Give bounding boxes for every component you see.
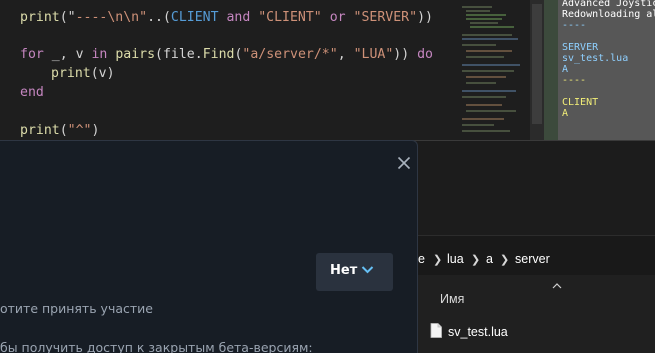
minimap-line xyxy=(470,22,498,24)
code-token: (" xyxy=(59,10,76,25)
minimap-line xyxy=(466,82,496,84)
breadcrumb-item[interactable]: a xyxy=(486,252,493,266)
code-token: ----\n\n" xyxy=(75,10,148,25)
console-line: Redownloading al xyxy=(562,9,655,20)
console-line: ---- xyxy=(562,75,587,86)
code-line-4: end xyxy=(20,85,44,100)
code-token: ( xyxy=(155,47,163,62)
minimap-line xyxy=(466,50,512,52)
code-token: do xyxy=(409,47,433,62)
console-frame xyxy=(544,0,558,140)
file-name[interactable]: sv_test.lua xyxy=(448,325,508,339)
minimap-line xyxy=(462,64,520,66)
editor-scrollbar-thumb[interactable] xyxy=(532,4,542,124)
minimap-line xyxy=(466,14,506,16)
lua-file-icon xyxy=(430,323,442,338)
minimap-line xyxy=(466,104,502,106)
minimap-line xyxy=(462,38,518,40)
code-token: or xyxy=(321,10,354,25)
minimap-line xyxy=(462,118,504,120)
console-line: SERVER xyxy=(562,42,599,53)
code-line-3: print(v) xyxy=(51,66,115,81)
code-token: "a/server/*" xyxy=(242,47,338,62)
breadcrumb-item[interactable]: lua xyxy=(447,252,464,266)
console-line: A xyxy=(562,108,569,119)
code-token: v xyxy=(75,47,84,62)
code-token: "CLIENT" xyxy=(258,10,322,25)
minimap-line xyxy=(462,96,506,98)
code-token: Find xyxy=(202,47,235,62)
code-token: _, xyxy=(43,47,76,62)
code-token: v xyxy=(98,66,107,81)
breadcrumb-item[interactable]: server xyxy=(515,252,550,266)
chevron-right-icon: ❯ xyxy=(433,254,443,266)
minimap-line xyxy=(470,26,514,28)
code-token: ( xyxy=(90,66,99,81)
column-header-name[interactable]: Имя xyxy=(440,292,464,306)
code-token: "SERVER" xyxy=(353,10,418,25)
beta-access-text: бы получить доступ к закрытым бета-верси… xyxy=(0,340,313,353)
code-token: in xyxy=(83,47,116,62)
close-icon[interactable] xyxy=(395,154,413,172)
minimap-line xyxy=(466,76,506,78)
beta-participation-dialog xyxy=(0,140,418,353)
code-line-5: print("^") xyxy=(20,123,99,138)
code-token: and xyxy=(218,10,259,25)
code-token: ) xyxy=(106,66,115,81)
code-token: "^" xyxy=(67,123,92,138)
code-line-1: print("----\n\n"..(CLIENT and "CLIENT" o… xyxy=(20,10,433,25)
minimap-line xyxy=(462,90,516,92)
sort-ascending-icon[interactable] xyxy=(551,281,563,291)
code-token: . xyxy=(194,47,203,62)
minimap-line xyxy=(462,34,512,36)
minimap-line xyxy=(462,44,496,46)
console-line: ---- xyxy=(562,20,587,31)
minimap-line xyxy=(462,130,510,132)
code-token: ..( xyxy=(147,10,171,25)
beta-select-value: Нет xyxy=(330,263,358,278)
minimap-line xyxy=(462,70,514,72)
code-token: end xyxy=(20,85,44,100)
console-line: Advanced Joystic xyxy=(562,0,655,9)
beta-participate-text: отите принять участие xyxy=(0,301,153,316)
minimap-line xyxy=(462,124,494,126)
minimap-line xyxy=(462,6,492,8)
minimap-line xyxy=(466,56,504,58)
code-token: , xyxy=(337,47,354,62)
chevron-right-icon: ❯ xyxy=(471,254,481,266)
editor-minimap[interactable] xyxy=(458,0,530,140)
code-token: ) xyxy=(91,123,100,138)
minimap-line xyxy=(466,110,516,112)
code-token: for xyxy=(20,47,44,62)
code-token: file xyxy=(162,47,195,62)
code-token: ( xyxy=(59,123,68,138)
minimap-line xyxy=(466,18,502,20)
chevron-right-icon: ❯ xyxy=(500,254,510,266)
code-token: pairs xyxy=(115,47,156,62)
code-token: )) xyxy=(393,47,410,62)
code-token: print xyxy=(20,10,60,25)
minimap-line xyxy=(466,10,490,12)
console-line: sv_test.lua xyxy=(562,53,629,64)
breadcrumb-item[interactable]: e xyxy=(418,252,425,266)
code-line-2: for _, v in pairs(file.Find("a/server/*"… xyxy=(20,47,433,62)
code-token: print xyxy=(51,66,91,81)
code-token: print xyxy=(20,123,60,138)
chevron-down-icon xyxy=(361,266,374,274)
game-console: Advanced Joystic Redownloading al ---- S… xyxy=(558,0,655,140)
code-token: CLIENT xyxy=(170,10,219,25)
console-line: A xyxy=(562,64,569,75)
code-token: "LUA" xyxy=(353,47,394,62)
console-line: CLIENT xyxy=(562,97,599,108)
code-token: )) xyxy=(417,10,433,25)
